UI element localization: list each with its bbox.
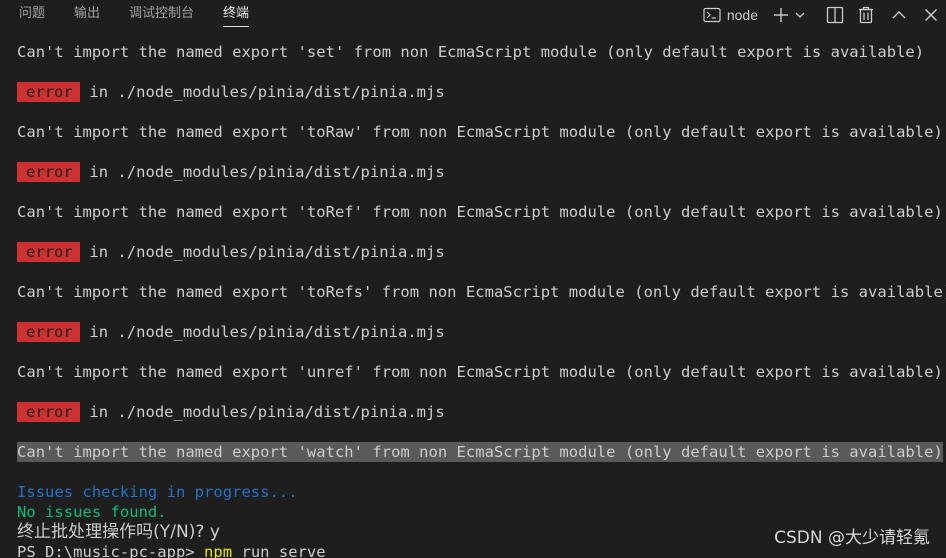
error-badge: error: [17, 242, 80, 262]
split-terminal-button[interactable]: [820, 0, 850, 30]
plus-icon: [773, 7, 789, 23]
panel-tabs: 问题 输出 调试控制台 终端: [0, 0, 259, 30]
tab-debug-console[interactable]: 调试控制台: [110, 0, 194, 30]
terminal-dropdown-button[interactable]: [792, 0, 808, 30]
close-panel-button[interactable]: [916, 0, 946, 30]
warning-line: Can't import the named export 'unref' fr…: [17, 363, 943, 381]
prompt-path: PS D:\music-pc-app>: [17, 543, 205, 558]
error-path: in ./node_modules/pinia/dist/pinia.mjs: [89, 83, 445, 101]
error-path: in ./node_modules/pinia/dist/pinia.mjs: [89, 403, 445, 421]
warning-line: Can't import the named export 'toRefs' f…: [17, 283, 946, 301]
tab-terminal[interactable]: 终端: [204, 0, 250, 30]
error-badge: error: [17, 162, 80, 182]
panel-actions: node: [703, 0, 946, 30]
status-no-issues: No issues found.: [17, 503, 167, 521]
terminal-name: node: [726, 7, 758, 23]
terminal-selector[interactable]: node: [703, 0, 764, 30]
close-icon: [924, 8, 938, 22]
error-line: error in ./node_modules/pinia/dist/pinia…: [17, 322, 445, 342]
trash-icon: [858, 6, 874, 24]
new-terminal-button[interactable]: [770, 0, 792, 30]
error-badge: error: [17, 322, 80, 342]
warning-line: Can't import the named export 'toRaw' fr…: [17, 123, 943, 141]
prompt-command: npm: [204, 543, 233, 558]
prompt-args: run serve: [232, 543, 326, 558]
split-icon: [826, 6, 844, 24]
kill-terminal-button[interactable]: [850, 0, 882, 30]
error-badge: error: [17, 402, 80, 422]
maximize-panel-button[interactable]: [882, 0, 916, 30]
error-line: error in ./node_modules/pinia/dist/pinia…: [17, 162, 445, 182]
error-line: error in ./node_modules/pinia/dist/pinia…: [17, 82, 445, 102]
chevron-up-icon: [891, 9, 907, 21]
error-line: error in ./node_modules/pinia/dist/pinia…: [17, 242, 445, 262]
warning-line: Can't import the named export 'toRef' fr…: [17, 203, 943, 221]
panel-header: 问题 输出 调试控制台 终端 node: [0, 0, 946, 30]
csdn-watermark: CSDN @大少请轻氪: [774, 528, 930, 548]
shell-prompt: PS D:\music-pc-app> npm run serve: [17, 542, 326, 558]
error-path: in ./node_modules/pinia/dist/pinia.mjs: [89, 243, 445, 261]
chevron-down-icon: [794, 9, 806, 21]
terminal-output[interactable]: Can't import the named export 'set' from…: [0, 30, 946, 558]
status-checking: Issues checking in progress...: [17, 483, 298, 501]
warning-line: Can't import the named export 'set' from…: [17, 43, 925, 61]
error-path: in ./node_modules/pinia/dist/pinia.mjs: [89, 163, 445, 181]
terminal-icon: [703, 7, 721, 23]
selected-warning-line: Can't import the named export 'watch' fr…: [17, 442, 943, 462]
error-line: error in ./node_modules/pinia/dist/pinia…: [17, 402, 445, 422]
error-badge: error: [17, 82, 80, 102]
terminate-prompt: 终止批处理操作吗(Y/N)? y: [17, 522, 220, 542]
error-path: in ./node_modules/pinia/dist/pinia.mjs: [89, 323, 445, 341]
tab-output[interactable]: 输出: [55, 0, 100, 30]
tab-problems[interactable]: 问题: [0, 0, 45, 30]
